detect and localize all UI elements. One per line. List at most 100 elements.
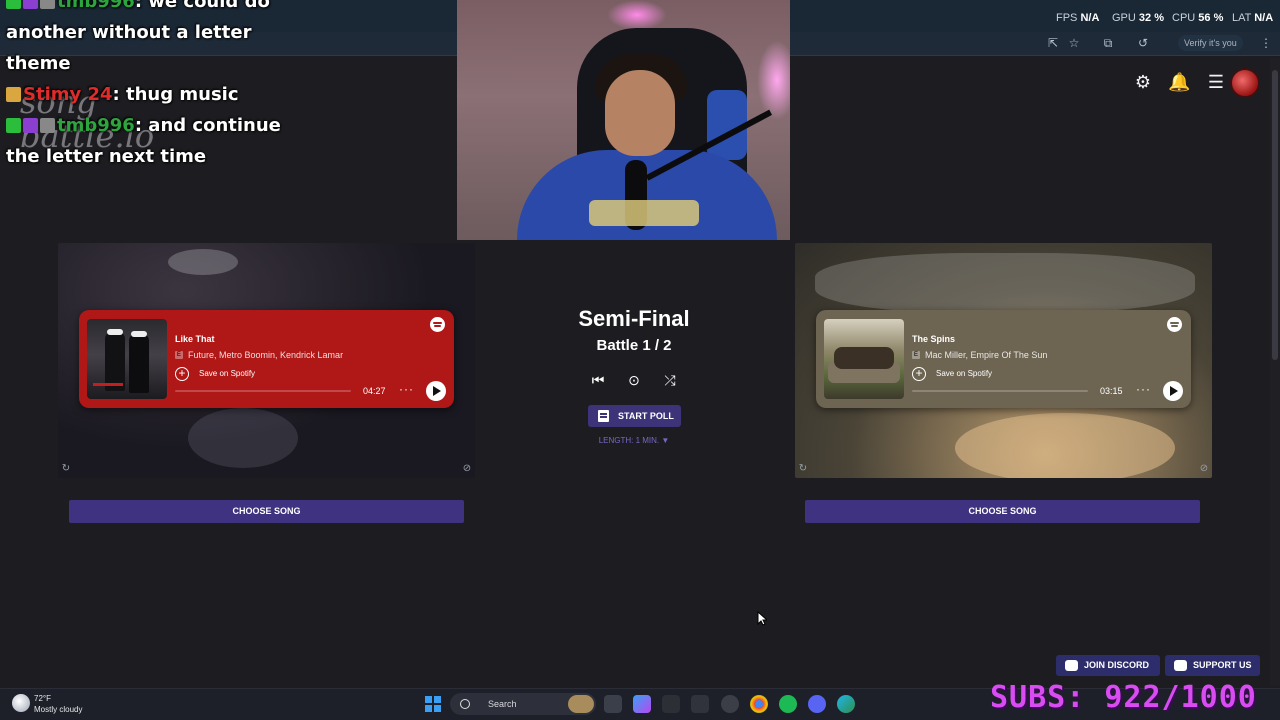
page-scrollbar[interactable] bbox=[1270, 58, 1280, 686]
bell-icon[interactable]: 🔔 bbox=[1168, 71, 1190, 93]
track-title[interactable]: The Spins bbox=[912, 334, 955, 344]
progress-bar[interactable] bbox=[912, 390, 1088, 392]
chat-text: the letter next time bbox=[6, 146, 207, 167]
hide-icon[interactable]: ⊘ bbox=[461, 463, 473, 475]
chrome-icon[interactable] bbox=[750, 695, 768, 713]
join-discord-label: JOIN DISCORD bbox=[1084, 660, 1150, 670]
album-art bbox=[824, 319, 904, 399]
support-us-label: SUPPORT US bbox=[1193, 660, 1252, 670]
app-icon[interactable] bbox=[662, 695, 680, 713]
spotify-player: Like That E Future, Metro Boomin, Kendri… bbox=[79, 310, 454, 408]
previous-icon[interactable]: ⏮ bbox=[589, 371, 607, 389]
track-artists[interactable]: Future, Metro Boomin, Kendrick Lamar bbox=[188, 350, 343, 360]
join-discord-button[interactable]: JOIN DISCORD bbox=[1056, 655, 1160, 676]
play-icon[interactable] bbox=[1163, 381, 1183, 401]
coin-icon[interactable]: ⊙ bbox=[625, 371, 643, 389]
chat-text: we could do bbox=[148, 0, 270, 12]
cup-icon bbox=[1174, 660, 1187, 671]
weather-temp[interactable]: 72°F bbox=[34, 694, 51, 703]
extensions-icon[interactable]: ⧉ bbox=[1100, 35, 1116, 51]
menu-icon[interactable]: ☰ bbox=[1205, 71, 1227, 93]
spotify-app-icon[interactable] bbox=[779, 695, 797, 713]
round-title: Semi-Final bbox=[578, 306, 690, 331]
badge-icon bbox=[6, 0, 21, 9]
poll-length-select[interactable]: LENGTH: 1 MIN. ▼ bbox=[534, 436, 734, 445]
refresh-icon[interactable]: ↻ bbox=[60, 463, 72, 475]
chat-username: tmb996 bbox=[57, 115, 135, 136]
badge-icon bbox=[40, 0, 55, 9]
history-icon[interactable]: ↺ bbox=[1135, 35, 1151, 51]
search-icon bbox=[460, 699, 470, 709]
verify-button[interactable]: Verify it's you bbox=[1178, 35, 1243, 51]
chat-message: tmb996: we could do bbox=[6, 0, 346, 17]
choose-song-left-button[interactable]: CHOOSE SONG bbox=[69, 500, 464, 523]
chat-username: tmb996 bbox=[57, 0, 135, 12]
search-highlight-icon[interactable] bbox=[568, 695, 594, 713]
weather-icon[interactable] bbox=[12, 694, 30, 712]
play-icon[interactable] bbox=[426, 381, 446, 401]
start-poll-button[interactable]: START POLL bbox=[588, 405, 681, 427]
track-duration: 04:27 bbox=[363, 386, 386, 396]
windows-start-icon[interactable] bbox=[425, 696, 441, 712]
discord-icon bbox=[1065, 660, 1078, 671]
chat-text: theme bbox=[6, 53, 71, 74]
app-icon[interactable] bbox=[691, 695, 709, 713]
discord-app-icon[interactable] bbox=[808, 695, 826, 713]
save-on-spotify[interactable]: Save on Spotify bbox=[936, 369, 992, 378]
mouse-cursor bbox=[757, 611, 767, 626]
save-on-spotify[interactable]: Save on Spotify bbox=[199, 369, 255, 378]
album-art bbox=[87, 319, 167, 399]
support-us-button[interactable]: SUPPORT US bbox=[1165, 655, 1260, 676]
subs-counter: SUBS: 922/1000 bbox=[990, 680, 1257, 715]
chat-text: thug music bbox=[126, 84, 239, 105]
plus-circle-icon[interactable]: + bbox=[175, 367, 189, 381]
chat-text: and continue bbox=[148, 115, 281, 136]
perf-gpu: GPU 32 % bbox=[1112, 12, 1164, 24]
explicit-badge: E bbox=[912, 351, 920, 359]
badge-icon bbox=[6, 118, 21, 133]
battle-counter: Battle 1 / 2 bbox=[596, 337, 672, 354]
browser-menu-icon[interactable]: ⋮ bbox=[1258, 35, 1274, 51]
install-icon[interactable]: ⇱ bbox=[1045, 35, 1061, 51]
chat-message: tmb996: and continue bbox=[6, 110, 346, 141]
gear-icon[interactable]: ⚙ bbox=[1132, 71, 1154, 93]
track-title[interactable]: Like That bbox=[175, 334, 215, 344]
refresh-icon[interactable]: ↻ bbox=[797, 463, 809, 475]
spotify-icon[interactable] bbox=[430, 317, 445, 332]
song-card-left: Like That E Future, Metro Boomin, Kendri… bbox=[58, 243, 475, 478]
obs-icon[interactable] bbox=[721, 695, 739, 713]
chat-overlay: tmb996: we could do another without a le… bbox=[6, 0, 346, 172]
avatar[interactable] bbox=[1230, 68, 1260, 98]
choose-song-right-button[interactable]: CHOOSE SONG bbox=[805, 500, 1200, 523]
perf-lat: LAT N/A bbox=[1232, 12, 1274, 24]
perf-fps: FPS N/A bbox=[1056, 12, 1100, 24]
plus-circle-icon[interactable]: + bbox=[912, 367, 926, 381]
copilot-icon[interactable] bbox=[633, 695, 651, 713]
hide-icon[interactable]: ⊘ bbox=[1198, 463, 1210, 475]
spotify-icon[interactable] bbox=[1167, 317, 1182, 332]
badge-icon bbox=[23, 0, 38, 9]
shuffle-icon[interactable]: ⤮ bbox=[661, 371, 679, 389]
badge-icon bbox=[23, 118, 38, 133]
explicit-badge: E bbox=[175, 351, 183, 359]
scrollbar-thumb[interactable] bbox=[1272, 70, 1278, 360]
weather-condition[interactable]: Mostly cloudy bbox=[34, 705, 82, 714]
task-view-icon[interactable] bbox=[604, 695, 622, 713]
more-icon[interactable]: ··· bbox=[399, 382, 414, 396]
search-label: Search bbox=[488, 699, 517, 709]
poll-icon bbox=[598, 410, 609, 422]
start-poll-label: START POLL bbox=[618, 411, 674, 421]
badge-icon bbox=[6, 87, 21, 102]
perf-cpu: CPU 56 % bbox=[1172, 12, 1224, 24]
chat-text: another without a letter bbox=[6, 22, 252, 43]
song-card-right: The Spins E Mac Miller, Empire Of The Su… bbox=[795, 243, 1212, 478]
track-artists[interactable]: Mac Miller, Empire Of The Sun bbox=[925, 350, 1047, 360]
progress-bar[interactable] bbox=[175, 390, 351, 392]
bookmark-star-icon[interactable]: ☆ bbox=[1066, 35, 1082, 51]
chat-username: Stimy 24 bbox=[23, 84, 113, 105]
edge-icon[interactable] bbox=[837, 695, 855, 713]
webcam-feed bbox=[457, 0, 790, 240]
chat-message: Stimy 24: thug music bbox=[6, 79, 346, 110]
track-duration: 03:15 bbox=[1100, 386, 1123, 396]
more-icon[interactable]: ··· bbox=[1136, 382, 1151, 396]
